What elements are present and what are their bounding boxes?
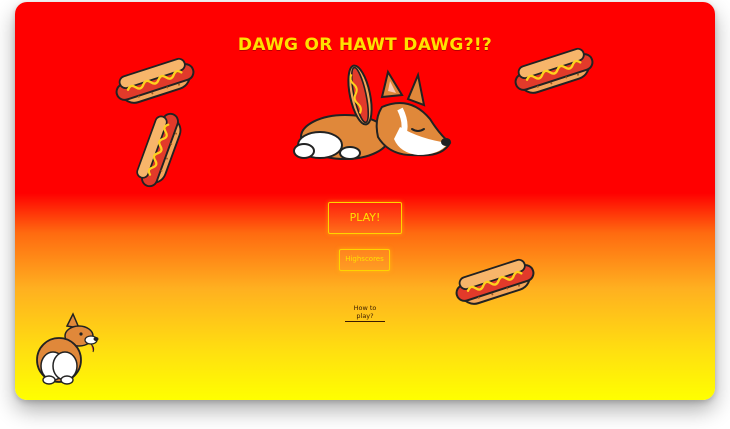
hotdog-icon bbox=[111, 54, 199, 109]
hotdog-icon bbox=[510, 44, 598, 99]
hotdog-icon bbox=[451, 255, 539, 310]
game-window: DAWG OR HAWT DAWG?!? PLAY! Highscores Ho… bbox=[15, 2, 715, 400]
highscores-button[interactable]: Highscores bbox=[339, 249, 390, 271]
how-to-play-link[interactable]: How to play? bbox=[345, 304, 385, 322]
game-title: DAWG OR HAWT DAWG?!? bbox=[237, 35, 493, 55]
hotdog-icon bbox=[132, 108, 187, 192]
play-button[interactable]: PLAY! bbox=[328, 202, 402, 234]
sleeping-corgi-icon bbox=[293, 64, 452, 160]
corgi-butt-icon bbox=[36, 312, 99, 385]
